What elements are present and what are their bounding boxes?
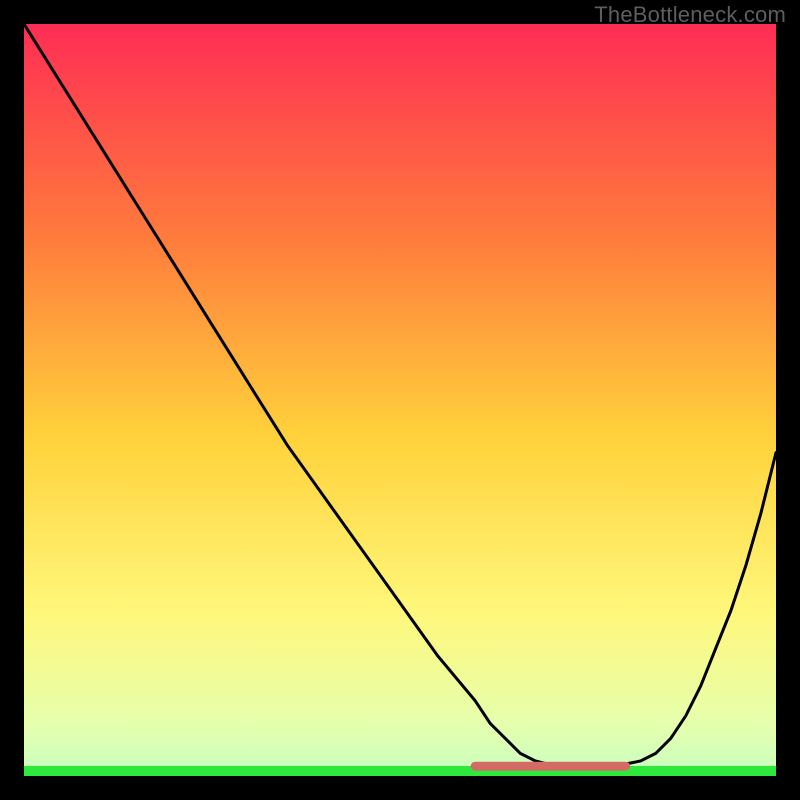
gradient-panel <box>24 24 776 776</box>
chart-svg <box>24 24 776 776</box>
bottom-stripe <box>24 766 776 776</box>
watermark-label: TheBottleneck.com <box>594 2 786 28</box>
chart-frame: TheBottleneck.com <box>0 0 800 800</box>
chart-plot <box>24 24 776 776</box>
